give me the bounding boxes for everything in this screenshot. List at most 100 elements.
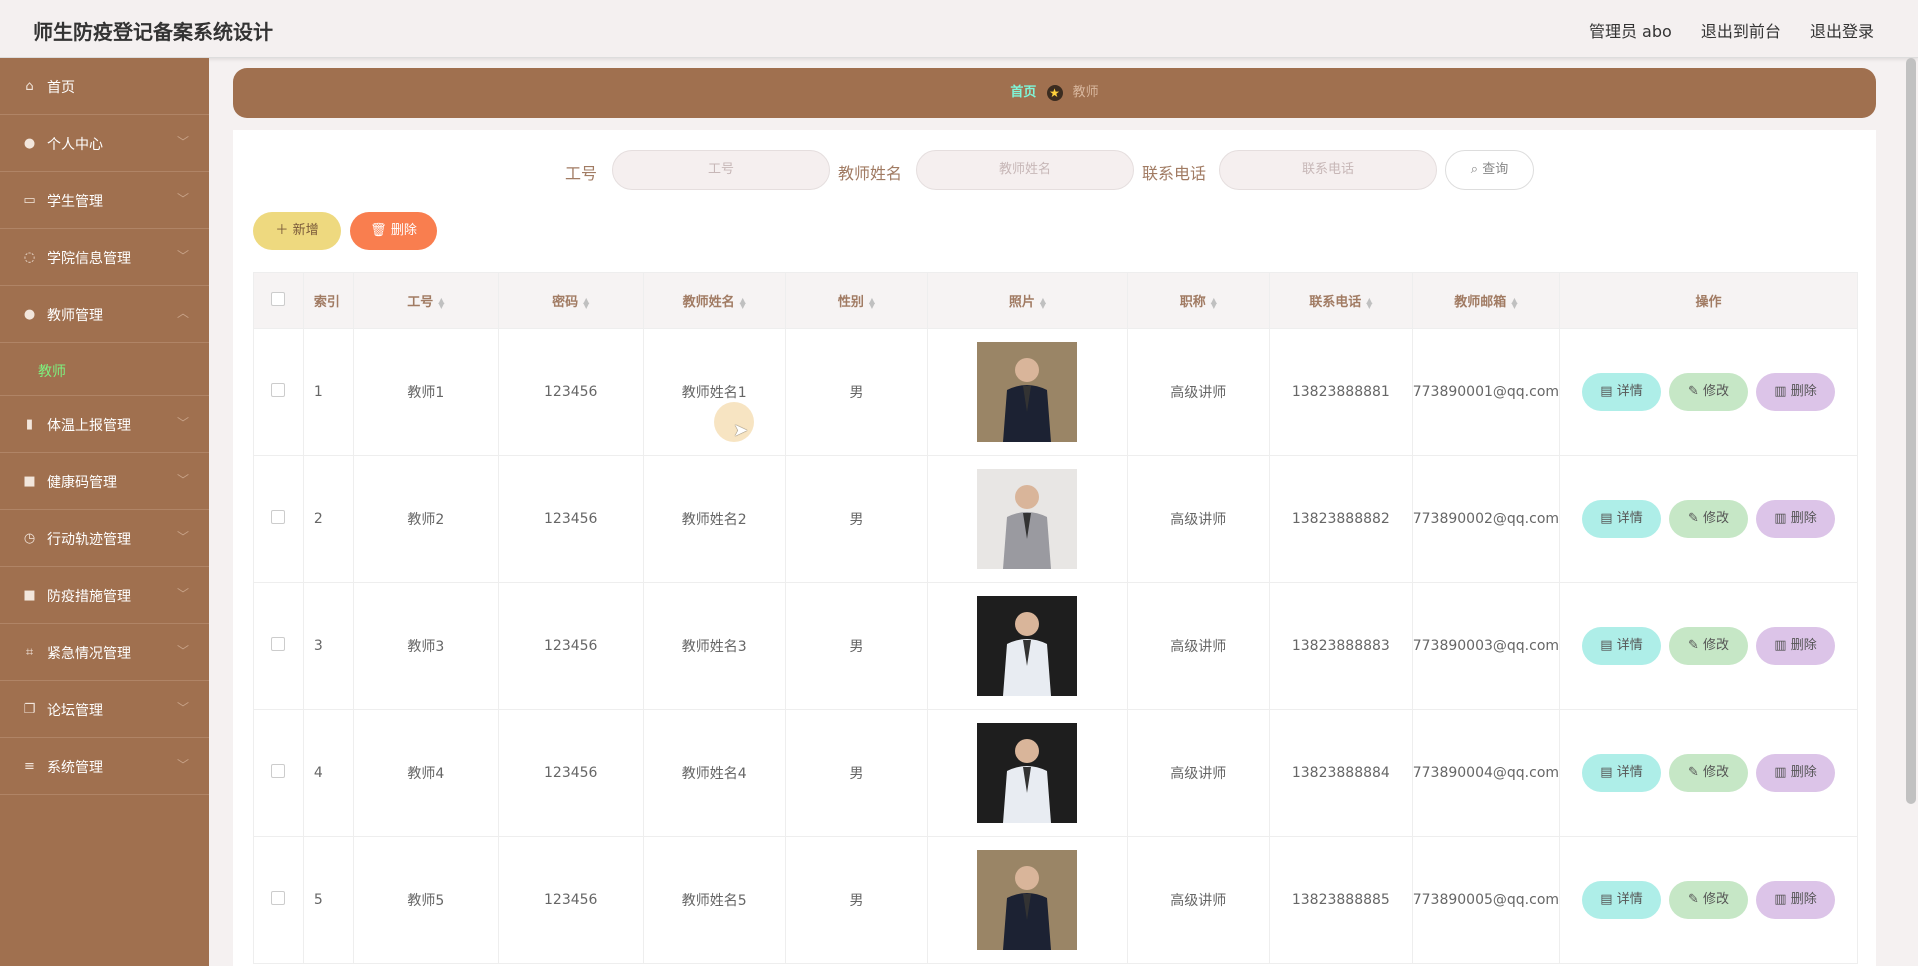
col-label: 性别: [837, 295, 864, 310]
teacher-photo[interactable]: [977, 342, 1078, 442]
edit-button[interactable]: ✎ 修改: [1669, 627, 1749, 665]
edit-label: 修改: [1703, 892, 1730, 907]
breadcrumb-home[interactable]: 首页: [1010, 85, 1036, 100]
trash-icon: ▥: [1774, 511, 1787, 526]
teacher-photo[interactable]: [977, 723, 1078, 823]
trash-icon: 🗑: [370, 223, 387, 238]
row-delete-button[interactable]: ▥ 删除: [1756, 500, 1836, 538]
row-delete-button[interactable]: ▥ 删除: [1756, 373, 1836, 411]
chevron-down-icon: ﹀: [176, 416, 189, 430]
sidebar-item-label: 体温上报管理: [47, 418, 131, 434]
cell-no: 教师5: [352, 836, 499, 964]
sidebar-item-personal[interactable]: ● 个人中心 ﹀: [0, 115, 209, 172]
select-all-checkbox[interactable]: [271, 291, 286, 306]
detail-button[interactable]: ▤ 详情: [1582, 627, 1662, 665]
col-title[interactable]: 职称 ▲ ▼: [1126, 272, 1270, 329]
teacher-photo[interactable]: [977, 850, 1078, 950]
chevron-down-icon: ﹀: [176, 249, 189, 263]
cell-email: 773890005@qq.com: [1411, 836, 1561, 964]
detail-button[interactable]: ▤ 详情: [1582, 754, 1662, 792]
cell-actions: ▤ 详情 ✎ 修改 ▥ 删除: [1559, 455, 1858, 583]
detail-button[interactable]: ▤ 详情: [1582, 373, 1662, 411]
search-button[interactable]: ⌕ 查询: [1445, 150, 1534, 190]
sidebar-item-forum[interactable]: ❐ 论坛管理 ﹀: [0, 681, 209, 738]
sidebar-item-track[interactable]: ◷ 行动轨迹管理 ﹀: [0, 510, 209, 567]
table-row: 5 教师5 123456 教师姓名5 男 高级讲师 13823888885 773890005…: [253, 836, 1858, 964]
search-input-phone[interactable]: 联系电话: [1219, 150, 1437, 190]
sidebar-item-system[interactable]: ≡ 系统管理 ﹀: [0, 738, 209, 795]
row-delete-button[interactable]: ▥ 删除: [1756, 627, 1836, 665]
col-photo[interactable]: 照片 ▲ ▼: [927, 272, 1128, 329]
sort-icon: ▲ ▼: [1039, 295, 1046, 310]
sidebar-item-label: 紧急情况管理: [47, 646, 131, 662]
teacher-photo[interactable]: [977, 596, 1078, 696]
col-phone[interactable]: 联系电话 ▲ ▼: [1268, 272, 1413, 329]
row-checkbox[interactable]: [271, 764, 286, 778]
cell-title: 高级讲师: [1126, 328, 1270, 456]
edit-label: 修改: [1703, 511, 1730, 526]
col-index: 索引: [302, 272, 354, 329]
edit-button[interactable]: ✎ 修改: [1669, 881, 1749, 919]
col-actions: 操作: [1559, 272, 1858, 329]
sidebar-item-home[interactable]: ⌂ 首页: [0, 58, 209, 115]
back-to-front-link[interactable]: 退出到前台: [1701, 22, 1781, 41]
row-checkbox[interactable]: [271, 510, 286, 524]
sidebar-item-students[interactable]: ▭ 学生管理 ﹀: [0, 172, 209, 229]
sidebar-item-teachers[interactable]: ● 教师管理 ︿: [0, 286, 209, 343]
col-no[interactable]: 工号 ▲ ▼: [352, 272, 499, 329]
edit-button[interactable]: ✎ 修改: [1669, 500, 1749, 538]
cell-photo: [927, 836, 1128, 964]
delete-button-label: 删除: [390, 223, 417, 238]
row-checkbox[interactable]: [271, 383, 286, 397]
teacher-photo[interactable]: [977, 469, 1078, 569]
app-title: 师生防疫登记备案系统设计: [33, 20, 273, 44]
col-password[interactable]: 密码 ▲ ▼: [497, 272, 644, 329]
logout-link[interactable]: 退出登录: [1810, 22, 1874, 41]
row-delete-button[interactable]: ▥ 删除: [1756, 881, 1836, 919]
detail-button[interactable]: ▤ 详情: [1582, 881, 1662, 919]
cell-email: 773890001@qq.com: [1411, 328, 1561, 456]
edit-button[interactable]: ✎ 修改: [1669, 373, 1749, 411]
top-bar: 师生防疫登记备案系统设计 管理员 abo 退出到前台 退出登录: [0, 0, 1918, 58]
chevron-down-icon: ﹀: [176, 587, 189, 601]
teacher-table: 索引 工号 ▲ ▼ 密码 ▲ ▼ 教师姓名 ▲ ▼ 性别 ▲ ▼ 照片 ▲ ▼ 职称 ▲ ▼ 联系电话 ▲…: [253, 272, 1858, 964]
detail-label: 详情: [1616, 765, 1643, 780]
cell-actions: ▤ 详情 ✎ 修改 ▥ 删除: [1559, 836, 1858, 964]
cell-photo: [927, 455, 1128, 583]
cell-actions: ▤ 详情 ✎ 修改 ▥ 删除: [1559, 709, 1858, 837]
cell-index: 5: [302, 836, 354, 964]
cell-sex: 男: [784, 836, 929, 964]
add-button[interactable]: ＋ 新增: [253, 212, 341, 250]
row-checkbox[interactable]: [271, 637, 286, 651]
row-checkbox[interactable]: [271, 891, 286, 905]
cell-no: 教师3: [352, 582, 499, 710]
delete-label: 删除: [1790, 892, 1817, 907]
sidebar-subitem-teacher[interactable]: 教师: [0, 343, 209, 396]
sidebar-item-temperature[interactable]: ▮ 体温上报管理 ﹀: [0, 396, 209, 453]
col-email[interactable]: 教师邮箱 ▲ ▼: [1411, 272, 1561, 329]
cell-no: 教师4: [352, 709, 499, 837]
col-sex[interactable]: 性别 ▲ ▼: [784, 272, 929, 329]
search-button-label: 查询: [1482, 162, 1509, 177]
scrollbar[interactable]: [1906, 58, 1916, 804]
cell-photo: [927, 328, 1128, 456]
mouse-cursor: ➤: [733, 420, 749, 441]
doc-icon: ▤: [1600, 892, 1613, 907]
sidebar-item-measures[interactable]: ■ 防疫措施管理 ﹀: [0, 567, 209, 624]
box-icon: ■: [23, 588, 36, 603]
delete-label: 删除: [1790, 765, 1817, 780]
sidebar-item-health-code[interactable]: ■ 健康码管理 ﹀: [0, 453, 209, 510]
col-name[interactable]: 教师姓名 ▲ ▼: [642, 272, 786, 329]
edit-button[interactable]: ✎ 修改: [1669, 754, 1749, 792]
user-icon: ●: [23, 136, 36, 151]
row-select-cell: [253, 455, 304, 583]
search-input-name[interactable]: 教师姓名: [916, 150, 1134, 190]
batch-delete-button[interactable]: 🗑 删除: [350, 212, 437, 250]
crop-icon: ⌗: [25, 645, 34, 660]
sidebar-item-emergency[interactable]: ⌗ 紧急情况管理 ﹀: [0, 624, 209, 681]
cell-password: 123456: [497, 582, 644, 710]
search-input-no[interactable]: 工号: [612, 150, 830, 190]
detail-button[interactable]: ▤ 详情: [1582, 500, 1662, 538]
row-delete-button[interactable]: ▥ 删除: [1756, 754, 1836, 792]
sidebar-item-college[interactable]: ◌ 学院信息管理 ﹀: [0, 229, 209, 286]
